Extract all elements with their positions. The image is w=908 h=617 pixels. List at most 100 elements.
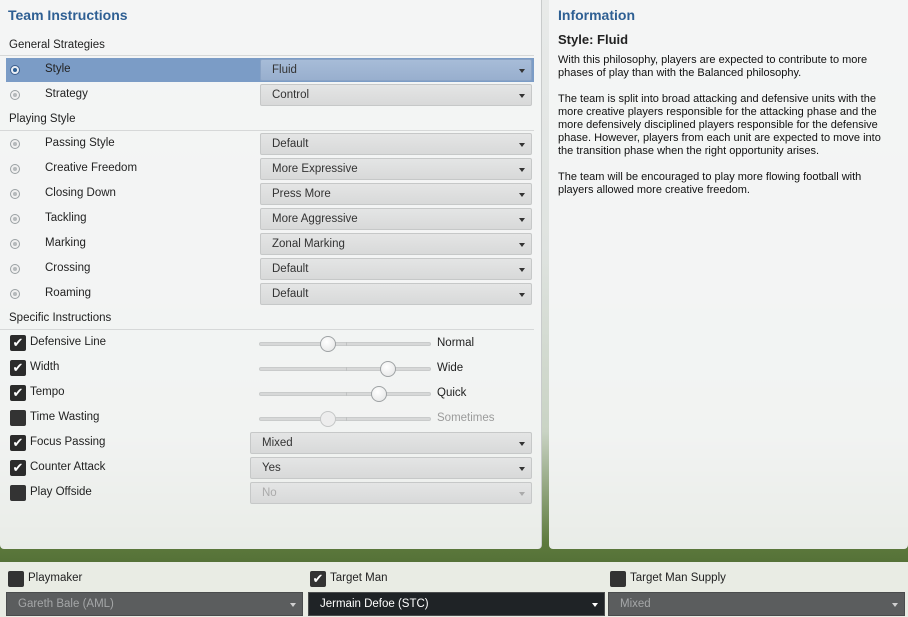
- radio-icon[interactable]: [10, 164, 20, 174]
- checkbox[interactable]: ✔: [310, 571, 326, 587]
- row-label: Closing Down: [45, 187, 116, 199]
- slider-thumb[interactable]: [371, 386, 387, 402]
- dropdown-value: Control: [272, 89, 310, 101]
- divider: [0, 55, 534, 56]
- chevron-down-icon: [519, 492, 525, 496]
- checkbox[interactable]: [10, 410, 26, 426]
- panel-title: Team Instructions: [8, 7, 128, 23]
- style-dropdown[interactable]: Fluid: [260, 59, 532, 81]
- slider-thumb[interactable]: [320, 336, 336, 352]
- row-label: Strategy: [45, 88, 88, 100]
- radio-icon[interactable]: [10, 264, 20, 274]
- defensive-line-slider[interactable]: [259, 336, 431, 352]
- target-man-group: ✔ Target Man Jermain Defoe (STC): [302, 562, 605, 617]
- row-closing-down[interactable]: Closing Down Press More: [6, 182, 534, 206]
- target-man-supply-select: Mixed: [608, 592, 905, 616]
- counter-attack-dropdown[interactable]: Yes: [250, 457, 532, 479]
- chevron-down-icon: [892, 603, 898, 607]
- slider-value: Normal: [437, 337, 475, 349]
- chevron-down-icon: [592, 603, 598, 607]
- checkbox[interactable]: [10, 485, 26, 501]
- slider-thumb[interactable]: [379, 361, 396, 377]
- row-strategy[interactable]: Strategy Control: [6, 83, 534, 107]
- checkbox[interactable]: [610, 571, 626, 587]
- row-label: Roaming: [45, 287, 92, 299]
- chevron-down-icon: [519, 168, 525, 172]
- row-label: Focus Passing: [30, 436, 106, 448]
- row-tackling[interactable]: Tackling More Aggressive: [6, 207, 534, 231]
- radio-icon[interactable]: [10, 189, 20, 199]
- row-marking[interactable]: Marking Zonal Marking: [6, 232, 534, 256]
- dropdown-value: Default: [272, 288, 309, 300]
- chevron-down-icon: [519, 143, 525, 147]
- checkbox[interactable]: ✔: [10, 360, 26, 376]
- chevron-down-icon: [519, 442, 525, 446]
- radio-icon[interactable]: [10, 90, 20, 100]
- chevron-down-icon: [519, 268, 525, 272]
- width-slider[interactable]: [259, 361, 431, 377]
- chevron-down-icon: [519, 69, 525, 73]
- focus-passing-dropdown[interactable]: Mixed: [250, 432, 532, 454]
- crossing-dropdown[interactable]: Default: [260, 258, 532, 280]
- divider: [0, 130, 534, 131]
- time-wasting-slider: [259, 411, 431, 427]
- checkbox[interactable]: ✔: [10, 385, 26, 401]
- tackling-dropdown[interactable]: More Aggressive: [260, 208, 532, 230]
- passing-style-dropdown[interactable]: Default: [260, 133, 532, 155]
- slider-value: Quick: [437, 387, 467, 399]
- tempo-slider[interactable]: [259, 386, 431, 402]
- dropdown-value: Default: [272, 263, 309, 275]
- row-focus-passing: ✔ Focus Passing Mixed: [6, 431, 534, 455]
- target-man-select[interactable]: Jermain Defoe (STC): [308, 592, 605, 616]
- row-defensive-line: ✔ Defensive Line Normal: [6, 331, 534, 355]
- radio-icon[interactable]: [10, 289, 20, 299]
- radio-icon[interactable]: [10, 139, 20, 149]
- row-crossing[interactable]: Crossing Default: [6, 257, 534, 281]
- row-time-wasting: Time Wasting Sometimes: [6, 406, 534, 430]
- dropdown-value: No: [262, 487, 277, 499]
- radio-icon[interactable]: [10, 214, 20, 224]
- select-value: Gareth Bale (AML): [18, 598, 114, 610]
- slider-value: Wide: [437, 362, 464, 374]
- checkbox[interactable]: ✔: [10, 460, 26, 476]
- row-label: Crossing: [45, 262, 91, 274]
- closing-down-dropdown[interactable]: Press More: [260, 183, 532, 205]
- strategy-dropdown[interactable]: Control: [260, 84, 532, 106]
- marking-dropdown[interactable]: Zonal Marking: [260, 233, 532, 255]
- dropdown-value: Press More: [272, 188, 331, 200]
- play-offside-dropdown: No: [250, 482, 532, 504]
- row-passing-style[interactable]: Passing Style Default: [6, 132, 534, 156]
- playmaker-select: Gareth Bale (AML): [6, 592, 303, 616]
- row-width: ✔ Width Wide: [6, 356, 534, 380]
- info-subtitle: Style: Fluid: [558, 32, 629, 47]
- row-label: Width: [30, 361, 60, 373]
- row-label: Marking: [45, 237, 86, 249]
- row-label: Creative Freedom: [45, 162, 138, 174]
- player-roles-bar: Playmaker Gareth Bale (AML) ✔ Target Man…: [0, 562, 908, 617]
- row-style[interactable]: Style Fluid: [6, 58, 534, 82]
- dropdown-value: Yes: [262, 462, 281, 474]
- section-heading-general-strategies: General Strategies: [9, 39, 105, 51]
- slider-tick: [346, 342, 347, 346]
- playmaker-group: Playmaker Gareth Bale (AML): [0, 562, 303, 617]
- roaming-dropdown[interactable]: Default: [260, 283, 532, 305]
- row-roaming[interactable]: Roaming Default: [6, 282, 534, 306]
- chevron-down-icon: [519, 218, 525, 222]
- chevron-down-icon: [519, 467, 525, 471]
- row-label: Counter Attack: [30, 461, 106, 473]
- target-man-label: Target Man: [330, 572, 388, 584]
- creative-freedom-dropdown[interactable]: More Expressive: [260, 158, 532, 180]
- checkbox[interactable]: ✔: [10, 335, 26, 351]
- row-label: Style: [45, 63, 71, 75]
- row-play-offside: Play Offside No: [6, 481, 534, 505]
- radio-icon[interactable]: [10, 239, 20, 249]
- radio-icon[interactable]: [10, 65, 20, 75]
- row-creative-freedom[interactable]: Creative Freedom More Expressive: [6, 157, 534, 181]
- select-value: Mixed: [620, 598, 651, 610]
- dropdown-value: Mixed: [262, 437, 293, 449]
- checkbox[interactable]: ✔: [10, 435, 26, 451]
- section-heading-playing-style: Playing Style: [9, 113, 76, 125]
- row-label: Passing Style: [45, 137, 115, 149]
- checkbox[interactable]: [8, 571, 24, 587]
- chevron-down-icon: [519, 243, 525, 247]
